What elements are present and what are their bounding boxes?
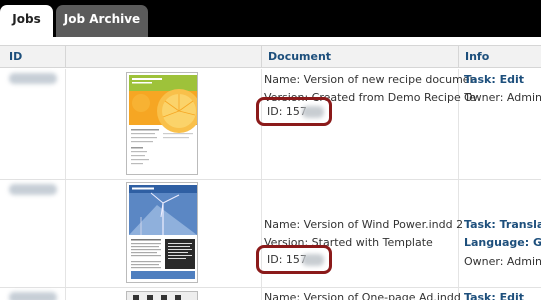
recipe-page-preview: [127, 73, 197, 174]
task-link[interactable]: Task: Edit: [464, 73, 524, 86]
owner: Owner: Admin .: [464, 91, 541, 104]
table-header: ID Document Info: [0, 45, 541, 68]
column-header-thumbnail: [65, 46, 261, 67]
wind-power-page-preview: [127, 183, 197, 282]
task-link[interactable]: Task: Translat: [464, 218, 541, 231]
column-divider: [65, 288, 66, 300]
table-row[interactable]: Name: Version of new recipe documen Vers…: [0, 69, 541, 180]
job-id-redacted: [9, 184, 57, 195]
document-name: Name: Version of One-page Ad.indd 1: [264, 291, 472, 300]
document-thumbnail[interactable]: [126, 291, 198, 300]
tab-jobs[interactable]: Jobs: [0, 5, 53, 37]
job-id-redacted: [9, 73, 57, 84]
column-divider: [458, 180, 459, 287]
document-thumbnail[interactable]: [126, 72, 198, 175]
column-header-info[interactable]: Info: [458, 46, 541, 67]
column-header-document[interactable]: Document: [261, 46, 458, 67]
highlighted-document-id: ID: 157: [256, 97, 332, 126]
document-name: Name: Version of Wind Power.indd 2: [264, 218, 464, 231]
jobs-table: ID Document Info Name: Version of new re…: [0, 37, 541, 300]
owner: Owner: Admin .: [464, 255, 541, 268]
job-id-redacted: [9, 292, 57, 300]
task-link[interactable]: Task: Edit: [464, 291, 524, 300]
highlighted-document-id: ID: 157: [256, 245, 332, 274]
table-row[interactable]: Name: Version of Wind Power.indd 2 Versi…: [0, 180, 541, 288]
document-thumbnail[interactable]: [126, 182, 198, 283]
ad-page-preview: [127, 292, 197, 300]
document-id: ID: 157: [267, 253, 307, 266]
document-name: Name: Version of new recipe documen: [264, 73, 477, 86]
language: Language: Ge: [464, 236, 541, 249]
column-header-id[interactable]: ID: [3, 46, 65, 67]
tab-bar: Jobs Job Archive: [0, 0, 541, 37]
column-divider: [65, 69, 66, 179]
column-divider: [65, 180, 66, 287]
table-row[interactable]: Name: Version of One-page Ad.indd 1 Task…: [0, 288, 541, 300]
document-id-redacted: [302, 106, 324, 118]
tab-job-archive[interactable]: Job Archive: [56, 5, 148, 37]
column-divider: [261, 288, 262, 300]
document-id-redacted: [302, 254, 324, 266]
document-id: ID: 157: [267, 105, 307, 118]
